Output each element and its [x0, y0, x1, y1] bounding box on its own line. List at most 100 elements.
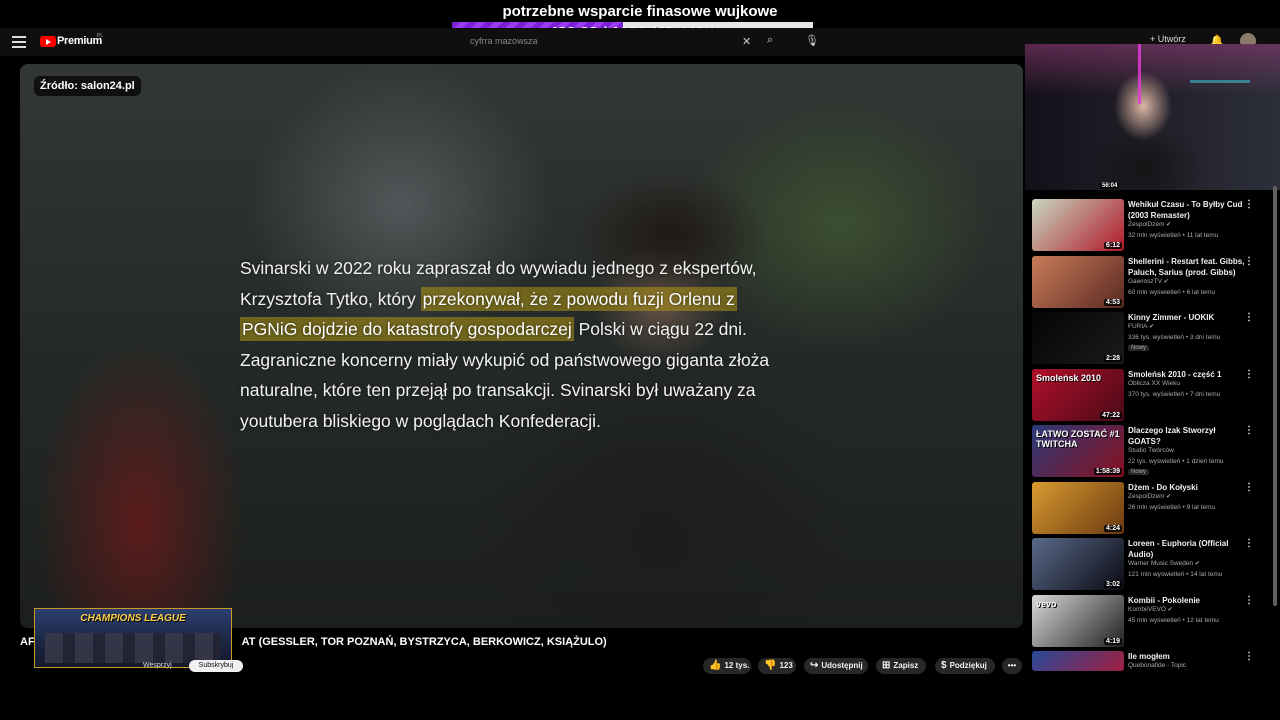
source-badge: Źródło: salon24.pl	[34, 76, 141, 96]
recommendation-item[interactable]: 2:28 Kinny Zimmer - UOKIK FURIA ✔ 336 tys. …	[1032, 312, 1272, 364]
recommendation-item[interactable]: 4:53 Shellerini - Restart feat. Gibbs, Pa…	[1032, 256, 1272, 308]
video-caption: Svinarski w 2022 roku zapraszał do wywia…	[240, 253, 800, 436]
recommendation-thumbnail[interactable]: 3:02	[1032, 538, 1124, 590]
channel-name[interactable]: Oblicza XX Wieku	[1128, 380, 1180, 387]
verified-icon: ✔	[1164, 494, 1172, 500]
more-options-icon[interactable]: ⋮	[1244, 482, 1254, 493]
verified-icon: ✔	[1147, 324, 1155, 330]
recommendation-thumbnail[interactable]: ŁATWO ZOSTAĆ #1 TWITCHA 1:58:39	[1032, 425, 1124, 477]
recommendation-item[interactable]: ŁATWO ZOSTAĆ #1 TWITCHA 1:58:39 Dlaczego I…	[1032, 425, 1272, 477]
webcam-neon-light	[1190, 80, 1250, 83]
more-options-icon[interactable]: ⋮	[1244, 256, 1254, 267]
like-count: 12 tys.	[724, 661, 750, 670]
recommendation-title[interactable]: Smoleńsk 2010 - część 1	[1128, 369, 1248, 380]
channel-name[interactable]: ZespolDzem	[1128, 493, 1164, 500]
recommendation-channel[interactable]: ZespolDzem ✔	[1128, 221, 1171, 228]
caption-highlight-2: PGNiG dojdzie do katastrofy gospodarczej	[240, 317, 574, 341]
recommendation-thumbnail[interactable]: 6:12	[1032, 199, 1124, 251]
more-actions-button[interactable]: •••	[1002, 658, 1022, 674]
recommendation-thumbnail[interactable]: 4:24	[1032, 482, 1124, 534]
youtube-logo-icon[interactable]	[40, 36, 56, 47]
streamer-webcam	[1025, 44, 1280, 190]
recommendation-meta: 121 mln wyświetleń • 14 lat temu	[1128, 571, 1223, 578]
recommendation-channel[interactable]: Studio Twórców	[1128, 447, 1174, 454]
verified-icon: ✔	[1165, 607, 1173, 613]
create-button[interactable]: + Utwórz	[1150, 34, 1186, 44]
recommendation-thumbnail[interactable]: 4:53	[1032, 256, 1124, 308]
more-options-icon[interactable]: ⋮	[1244, 425, 1254, 436]
video-player[interactable]: Źródło: salon24.pl Svinarski w 2022 roku…	[20, 64, 1023, 628]
duration-badge: 4:53	[1103, 299, 1122, 306]
hamburger-menu-icon[interactable]	[12, 36, 26, 48]
recommendation-channel[interactable]: GawroszTV ✔	[1128, 278, 1169, 285]
recommendation-title[interactable]: Kombii - Pokolenie	[1128, 595, 1248, 606]
more-options-icon[interactable]: ⋮	[1244, 312, 1254, 323]
share-button[interactable]: ↪ Udostępnij	[804, 658, 868, 674]
channel-name[interactable]: Studio Twórców	[1128, 447, 1174, 454]
duration-badge: 2:28	[1103, 355, 1122, 362]
recommendation-item[interactable]: vevo 4:19 Kombii - Pokolenie KombiiVEVO ✔ 45…	[1032, 595, 1272, 647]
recommendation-title[interactable]: Loreen - Euphoria (Official Audio)	[1128, 538, 1248, 560]
recommendation-title[interactable]: Dżem - Do Kołyski	[1128, 482, 1248, 493]
wesprzyj-button[interactable]: Wesprzyj	[143, 662, 172, 669]
subscribe-button[interactable]: Subskrybuj	[189, 660, 243, 672]
voice-search-icon[interactable]: 🎙	[805, 34, 819, 47]
recommendation-item[interactable]: Smoleńsk 2010 47:22 Smoleńsk 2010 - część …	[1032, 369, 1272, 421]
channel-name[interactable]: FURIA	[1128, 323, 1148, 330]
close-search-icon[interactable]: ✕	[742, 35, 751, 48]
recommendation-item[interactable]: 4:24 Dżem - Do Kołyski ZespolDzem ✔ 26 mln …	[1032, 482, 1272, 534]
recommendation-channel[interactable]: ZespolDzem ✔	[1128, 493, 1171, 500]
recommendation-item[interactable]: 3:02 Loreen - Euphoria (Official Audio) Wa…	[1032, 538, 1272, 590]
more-options-icon[interactable]: ⋮	[1244, 595, 1254, 606]
more-options-icon[interactable]: ⋮	[1244, 199, 1254, 210]
channel-name[interactable]: GawroszTV	[1128, 278, 1162, 285]
stream-overlay-champions-league: CHAMPIONS LEAGUE	[34, 608, 232, 668]
save-label: Zapisz	[893, 661, 919, 670]
video-title-right: AT (GESSLER, TOR POZNAŃ, BYSTRZYCA, BERK…	[241, 636, 607, 648]
video-title-left: AF	[20, 636, 35, 648]
recommendation-title[interactable]: Ile mogłem	[1128, 651, 1248, 662]
champions-league-label: CHAMPIONS LEAGUE	[80, 613, 186, 624]
recommendation-thumbnail[interactable]: vevo 4:19	[1032, 595, 1124, 647]
recommendation-title[interactable]: Shellerini - Restart feat. Gibbs, Paluch…	[1128, 256, 1248, 278]
recommendation-meta: 370 tys. wyświetleń • 7 dni temu	[1128, 391, 1221, 398]
recommendation-channel[interactable]: Quebonafide - Topic	[1128, 662, 1186, 669]
recommendation-thumbnail[interactable]: 2:28	[1032, 312, 1124, 364]
save-icon: ⊞	[882, 660, 891, 671]
recommendation-item[interactable]: Ile mogłem Quebonafide - Topic ⋮	[1032, 651, 1272, 703]
verified-icon: ✔	[1161, 279, 1169, 285]
channel-name[interactable]: KombiiVEVO	[1128, 606, 1166, 613]
recommendation-thumbnail[interactable]	[1032, 651, 1124, 671]
save-button[interactable]: ⊞ Zapisz	[876, 658, 926, 674]
recommendation-channel[interactable]: FURIA ✔	[1128, 323, 1154, 330]
channel-name[interactable]: Quebonafide - Topic	[1128, 662, 1186, 669]
channel-name[interactable]: ZespolDzem	[1128, 221, 1164, 228]
search-query-glimpse[interactable]: cyfrra mazowsza	[470, 36, 538, 46]
thumbnail-text: ŁATWO ZOSTAĆ #1 TWITCHA	[1036, 429, 1120, 449]
recommendation-item[interactable]: 6:12 Wehikuł Czasu - To Byłby Cud (2003 R…	[1032, 199, 1272, 251]
recommendation-title[interactable]: Dlaczego Izak Stworzył GOATS?	[1128, 425, 1248, 447]
recommendation-thumbnail[interactable]: Smoleńsk 2010 47:22	[1032, 369, 1124, 421]
recommendation-channel[interactable]: KombiiVEVO ✔	[1128, 606, 1173, 613]
new-badge: Nowy	[1128, 345, 1150, 351]
recommendation-channel[interactable]: Warner Music Sweden ✔	[1128, 560, 1200, 567]
recommendation-channel[interactable]: Oblicza XX Wieku	[1128, 380, 1180, 387]
channel-name[interactable]: Warner Music Sweden	[1128, 560, 1193, 567]
search-icon[interactable]: ⌕	[767, 34, 773, 47]
more-options-icon[interactable]: ⋮	[1244, 651, 1254, 662]
recommendation-meta: 22 tys. wyświetleń • 1 dzień temu	[1128, 458, 1224, 465]
dislike-button[interactable]: 👎 123	[758, 658, 796, 674]
recommendation-title[interactable]: Kinny Zimmer - UOKIK	[1128, 312, 1248, 323]
sidebar-scrollbar[interactable]	[1273, 186, 1277, 606]
recommendation-meta: 45 mln wyświetleń • 12 lat temu	[1128, 617, 1219, 624]
donation-goal-title: potrzebne wsparcie finasowe wujkowe	[502, 3, 778, 20]
more-options-icon[interactable]: ⋮	[1244, 538, 1254, 549]
like-button[interactable]: 👍 12 tys.	[703, 658, 751, 674]
thumbs-up-icon: 👍	[709, 660, 722, 671]
duration-badge: 4:19	[1103, 638, 1122, 645]
thanks-button[interactable]: $ Podziękuj	[935, 658, 995, 674]
region-code: PL	[97, 33, 104, 39]
recommendation-title[interactable]: Wehikuł Czasu - To Byłby Cud (2003 Remas…	[1128, 199, 1248, 221]
more-options-icon[interactable]: ⋮	[1244, 369, 1254, 380]
youtube-premium-logo-text[interactable]: Premium	[57, 35, 102, 47]
